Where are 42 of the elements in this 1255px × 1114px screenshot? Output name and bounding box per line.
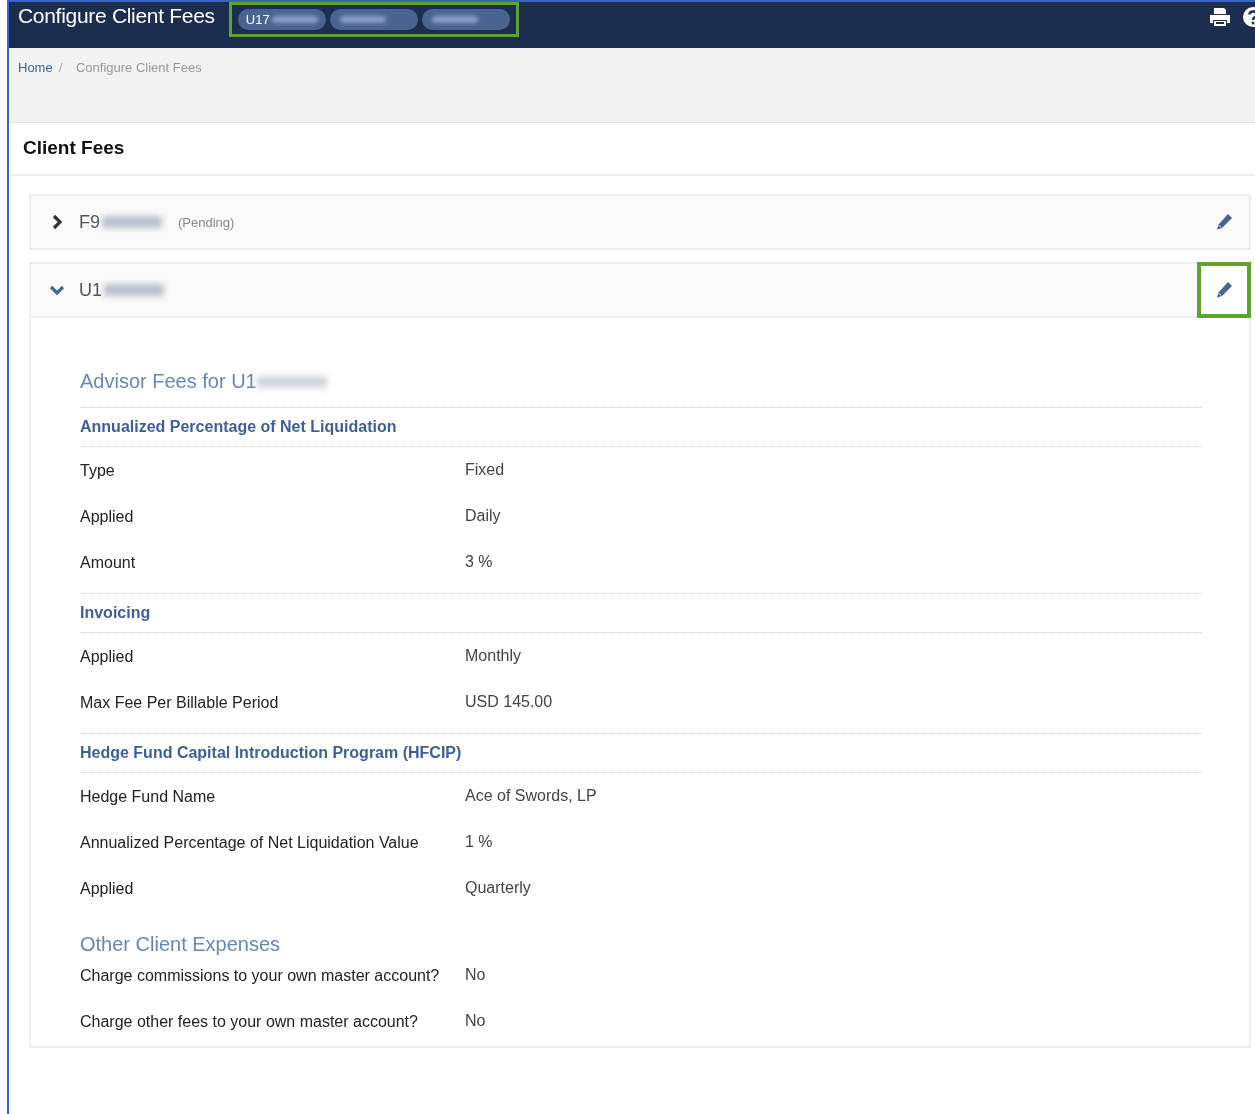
field-label: Annualized Percentage of Net Liquidation Value bbox=[80, 833, 420, 853]
group-title: Other Client Expenses bbox=[80, 932, 282, 957]
group-heading: Invoicing bbox=[80, 593, 1201, 633]
account-chip[interactable]: U17 bbox=[237, 9, 326, 30]
print-icon[interactable] bbox=[1209, 7, 1231, 27]
section-title: Client Fees bbox=[23, 137, 126, 159]
field-value: Monthly bbox=[465, 647, 522, 666]
field-label: Hedge Fund Name bbox=[80, 787, 217, 807]
field-value: No bbox=[465, 966, 486, 985]
pencil-icon bbox=[1215, 213, 1233, 231]
account-header[interactable]: F9 (Pending) bbox=[31, 196, 1249, 248]
field-value: 1 % bbox=[465, 833, 493, 852]
field-label: Charge commissions to your own master account? bbox=[80, 966, 441, 986]
group-heading: Annualized Percentage of Net Liquidation bbox=[80, 408, 1201, 447]
field-value: No bbox=[465, 1012, 486, 1031]
status-label: (Pending) bbox=[178, 214, 235, 230]
field-value: Daily bbox=[465, 507, 501, 526]
field-label: Charge other fees to your own master account? bbox=[80, 1012, 419, 1032]
account-id: U1 bbox=[79, 279, 102, 301]
pencil-icon bbox=[1215, 281, 1233, 299]
field-value: 3 % bbox=[465, 553, 493, 572]
edit-button[interactable] bbox=[1197, 262, 1251, 318]
breadcrumb-current: Configure Client Fees bbox=[75, 60, 202, 75]
field-label: Max Fee Per Billable Period bbox=[80, 693, 280, 713]
field-label: Amount bbox=[80, 553, 137, 573]
field-label: Type bbox=[80, 461, 116, 481]
field-value: Ace of Swords, LP bbox=[465, 787, 597, 806]
field-value: Quarterly bbox=[465, 879, 531, 898]
field-label: Applied bbox=[80, 879, 135, 899]
page-header-title: Configure Client Fees bbox=[18, 4, 215, 28]
account-chip[interactable] bbox=[421, 9, 510, 30]
account-header[interactable]: U1 bbox=[31, 264, 1249, 316]
field-label: Applied bbox=[80, 507, 135, 527]
breadcrumb-separator: / bbox=[58, 60, 63, 75]
breadcrumb-link[interactable]: Home bbox=[18, 60, 53, 75]
account-chip[interactable] bbox=[329, 9, 418, 30]
group-heading: Hedge Fund Capital Introduction Program (HFCIP) bbox=[80, 733, 1201, 773]
fees-title: Advisor Fees for U1 bbox=[80, 370, 257, 393]
field-label: Applied bbox=[80, 647, 135, 667]
account-id: F9 bbox=[79, 211, 100, 233]
field-value: Fixed bbox=[465, 461, 505, 480]
field-value: USD 145.00 bbox=[465, 693, 553, 712]
